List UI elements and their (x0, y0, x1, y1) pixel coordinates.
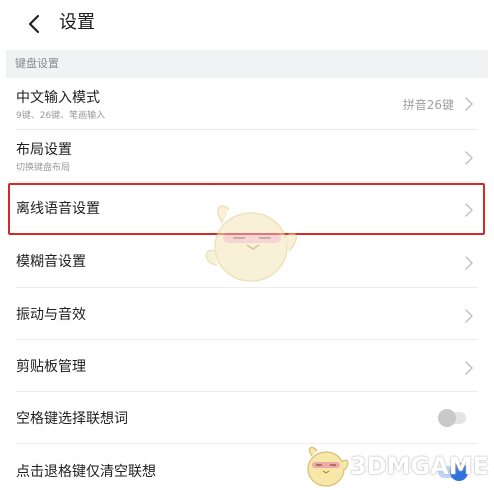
row-title: 振动与音效 (16, 307, 86, 323)
chevron-left-icon (28, 14, 40, 34)
back-button[interactable] (18, 8, 50, 40)
section-header: 键盘设置 (6, 50, 488, 78)
section-label: 键盘设置 (15, 57, 59, 70)
mascot-icon (307, 446, 349, 487)
row-title: 模糊音设置 (16, 254, 86, 270)
space-suggestion-toggle[interactable] (438, 409, 466, 427)
app-header: 设置 (0, 0, 494, 48)
settings-row-chinese-input-mode[interactable]: 中文输入模式 9键、26键、笔画输入 拼音26键 (6, 78, 488, 130)
chevron-right-icon (465, 151, 473, 165)
chevron-right-icon (465, 256, 473, 270)
row-title: 空格键选择联想词 (16, 411, 128, 427)
watermark: 3DMGAME (300, 440, 494, 490)
watermark-text: 3DMGAME (350, 452, 490, 480)
settings-row-vibration-sound[interactable]: 振动与音效 (6, 288, 488, 340)
row-subtitle: 9键、26键、笔画输入 (16, 111, 106, 121)
row-title: 点击退格键仅清空联想 (16, 464, 156, 480)
chevron-right-icon (465, 361, 473, 375)
row-title: 中文输入模式 (16, 90, 100, 106)
chevron-right-icon (465, 97, 473, 111)
mascot-watermark-icon (205, 205, 297, 282)
settings-row-space-select-suggestion: 空格键选择联想词 (6, 392, 488, 444)
row-title: 剪贴板管理 (16, 359, 86, 375)
row-title: 布局设置 (16, 142, 72, 158)
page-title: 设置 (59, 12, 95, 33)
chevron-right-icon (465, 309, 473, 323)
settings-row-layout[interactable]: 布局设置 切换键盘布局 (6, 130, 488, 182)
row-value: 拼音26键 (402, 98, 454, 112)
settings-row-clipboard[interactable]: 剪贴板管理 (6, 340, 488, 392)
toggle-knob (438, 409, 456, 427)
row-subtitle: 切换键盘布局 (16, 163, 71, 173)
